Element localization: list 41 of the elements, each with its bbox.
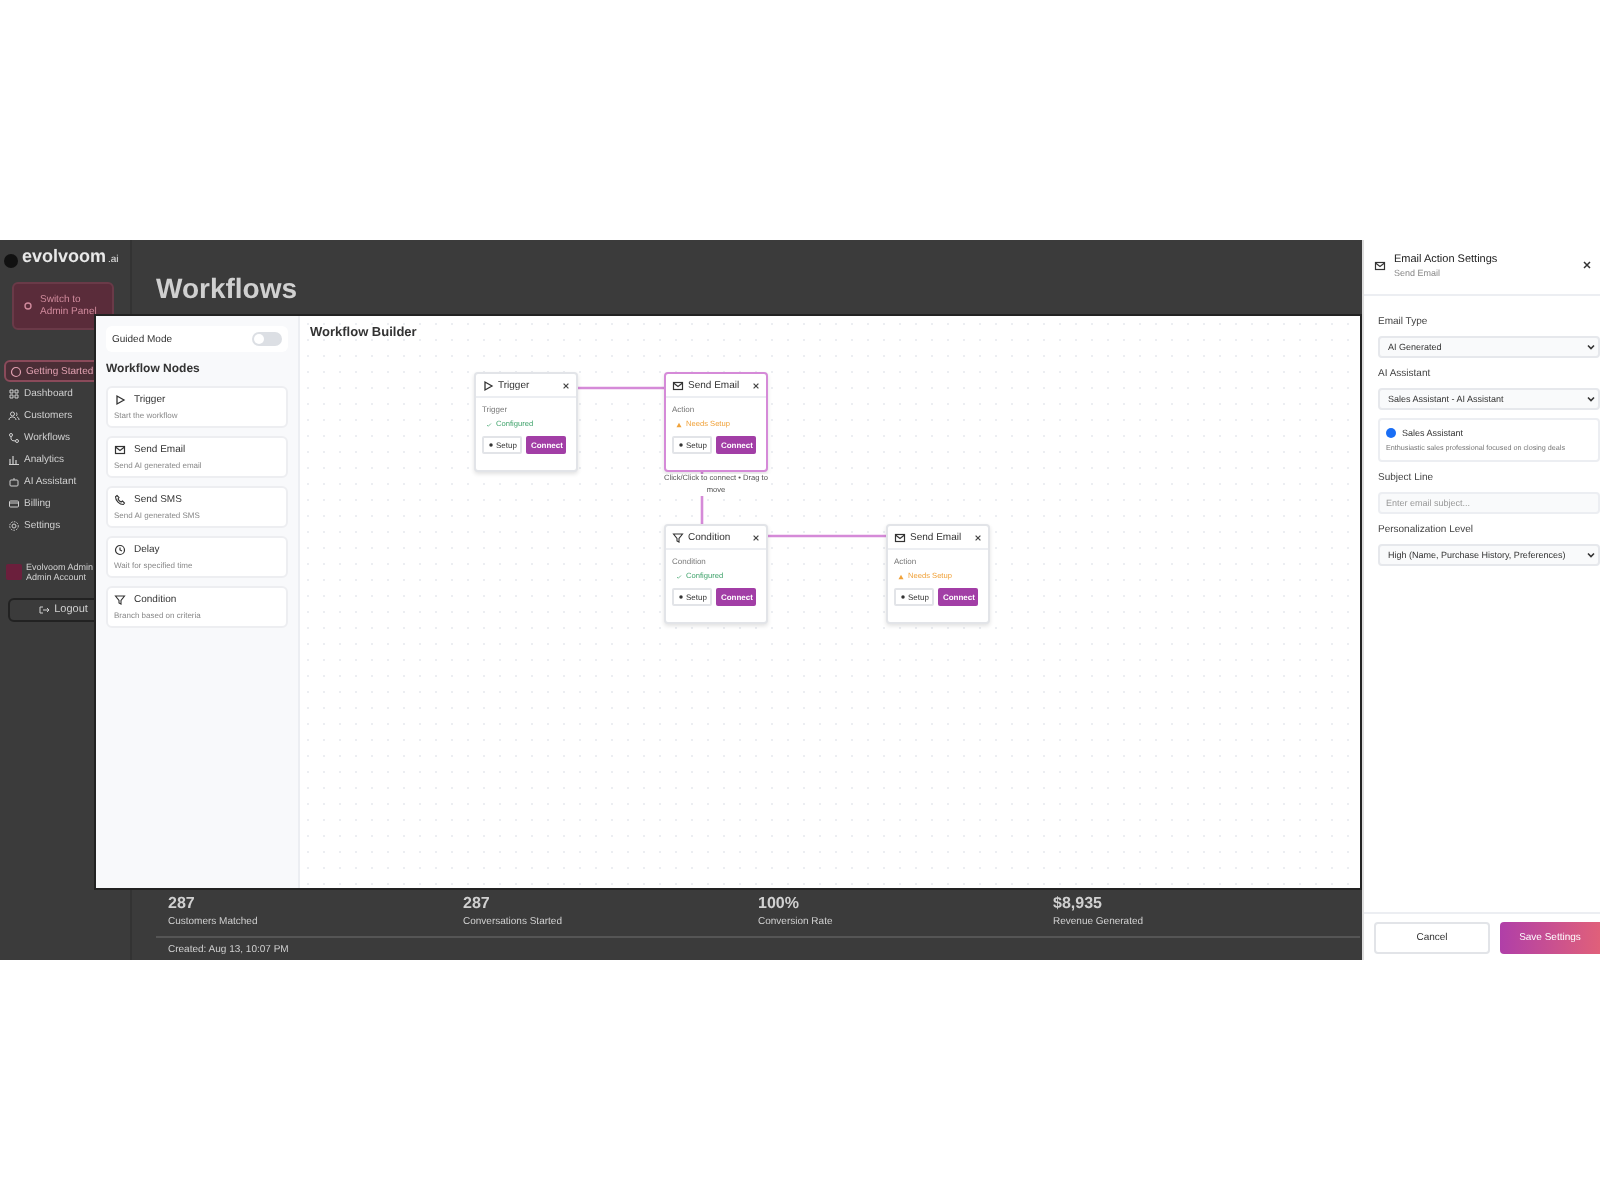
- warning-icon: [898, 573, 904, 579]
- stat-value: 287: [463, 894, 492, 912]
- funnel-icon: [114, 594, 126, 606]
- page-title: Workflows: [156, 272, 300, 304]
- close-icon: [752, 533, 760, 541]
- grid-icon: [8, 387, 20, 399]
- play-icon: [114, 394, 126, 406]
- connector-line: [768, 534, 886, 538]
- envelope-icon: [672, 379, 684, 391]
- check-icon: [676, 573, 682, 579]
- branch-icon: [8, 431, 20, 443]
- funnel-icon: [672, 531, 684, 543]
- envelope-icon: [894, 531, 906, 543]
- close-icon: [1582, 260, 1592, 270]
- close-icon: [562, 381, 570, 389]
- phone-icon: [114, 494, 126, 506]
- logo-mark-icon: [4, 253, 18, 267]
- users-icon: [8, 409, 20, 421]
- logout-icon: [38, 604, 51, 616]
- chevron-down-icon: [1586, 550, 1596, 560]
- chevron-down-icon: [1586, 342, 1596, 352]
- close-icon: [752, 381, 760, 389]
- logo-text: evolvoom: [22, 246, 107, 266]
- check-icon: [486, 421, 492, 427]
- avatar: [6, 564, 22, 580]
- stat-value: $8,935: [1053, 894, 1104, 912]
- envelope-icon: [114, 444, 126, 456]
- clock-icon: [114, 544, 126, 556]
- connector-line: [576, 386, 664, 390]
- close-button[interactable]: [1582, 260, 1592, 270]
- stat-value: 100%: [758, 894, 801, 912]
- envelope-icon: [1374, 260, 1386, 272]
- close-icon: [974, 533, 982, 541]
- robot-icon: [8, 475, 20, 487]
- play-icon: [482, 379, 494, 391]
- stat-value: 287: [168, 894, 197, 912]
- chevron-down-icon: [1586, 394, 1596, 404]
- credit-card-icon: [8, 497, 20, 509]
- bar-chart-icon: [8, 453, 20, 465]
- warning-icon: [676, 421, 682, 427]
- guided-mode-toggle[interactable]: [252, 332, 282, 346]
